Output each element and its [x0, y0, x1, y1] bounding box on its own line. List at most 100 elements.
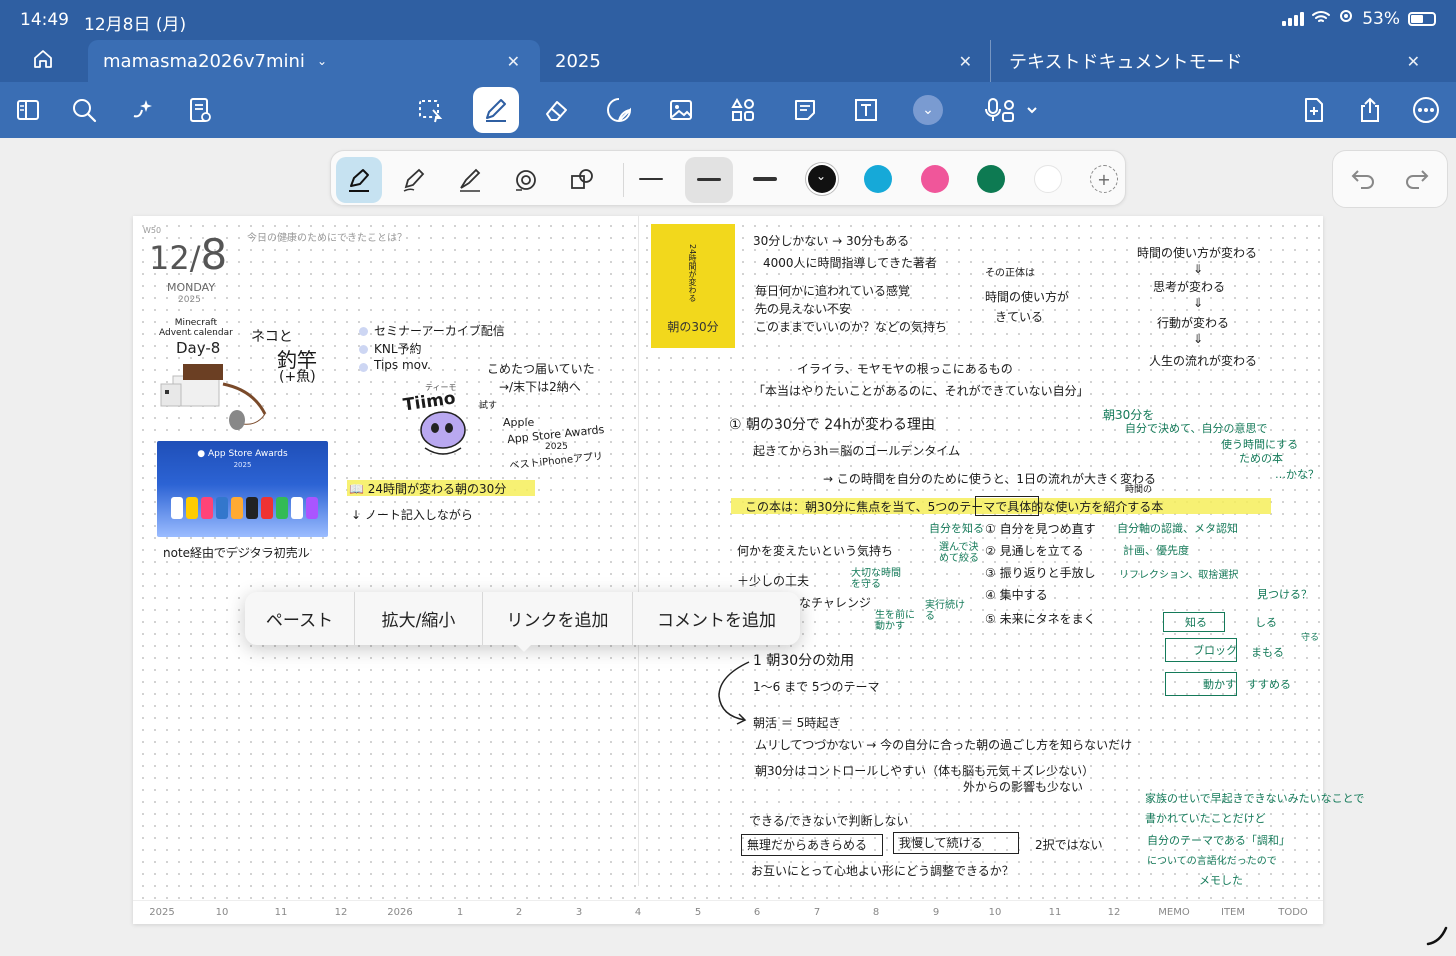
green-note: 自分のテーマである「調和」 [1147, 834, 1290, 847]
more-tools-button[interactable]: ⌄ [912, 94, 944, 126]
asa-title: ● App Store Awards [157, 449, 328, 459]
down-arrow-icon: ⇓ [1193, 262, 1204, 276]
date-year: 2025 [178, 295, 201, 305]
theme-item: ③ 振り返りと手放し [985, 566, 1096, 580]
lasso-select-icon[interactable] [414, 94, 446, 126]
note-line: 朝30分はコントロールしやすい（体も脳も元気＋ズレ少ない） [755, 764, 1095, 778]
stroke-thick[interactable] [753, 177, 777, 181]
footer-tab[interactable]: 1 [457, 907, 463, 918]
wifi-icon [1312, 9, 1331, 29]
date-weekday: MONDAY [167, 281, 216, 294]
color-white[interactable] [1034, 165, 1062, 193]
note-line: 毎日何かに追われている感覚 [755, 284, 911, 298]
notebook-page[interactable]: W50 12/8 MONDAY 2025 今日の健康のためにできたことは？ Mi… [133, 216, 1364, 924]
book-icon: 📖 [349, 482, 364, 496]
green-note: 大切な時間を守る [851, 568, 901, 590]
search-icon[interactable] [68, 94, 100, 126]
undo-icon[interactable] [1349, 165, 1377, 197]
close-icon[interactable]: ✕ [959, 52, 972, 71]
asa-year: 2025 [233, 461, 252, 469]
footer-tab[interactable]: 9 [933, 907, 939, 918]
green-note: 選んで決めて絞る [939, 542, 979, 564]
note-record-text: ノート記入しながら [364, 508, 473, 522]
note-line: イライラ、モヤモヤの根っこにあるもの [797, 362, 1013, 376]
note-line: 2択ではない [1035, 838, 1103, 852]
color-pink[interactable] [921, 165, 949, 193]
menu-zoom[interactable]: 拡大/縮小 [355, 592, 483, 645]
footer-tab[interactable]: 8 [873, 907, 879, 918]
footer-tab[interactable]: 3 [576, 907, 582, 918]
footer-tab[interactable]: 6 [754, 907, 760, 918]
voice-record-icon[interactable] [982, 94, 1042, 126]
add-color-icon[interactable]: + [1090, 165, 1118, 193]
color-green[interactable] [977, 165, 1005, 193]
sidebar-icon[interactable] [12, 94, 44, 126]
book-title: 朝の30分 [667, 320, 719, 334]
footer-tab[interactable]: 11 [275, 907, 288, 918]
home-icon[interactable] [32, 48, 56, 72]
fountain-pen-icon[interactable] [336, 157, 382, 203]
text-box-icon[interactable] [850, 94, 882, 126]
footer-tab[interactable]: 2026 [387, 907, 412, 918]
footer-tab[interactable]: 12 [1108, 907, 1121, 918]
tab-bar: mamasma2026v7mini ⌄ ✕ 2025 ✕ テキストドキュメントモ… [0, 40, 1456, 82]
footer-tab[interactable]: 11 [1049, 907, 1062, 918]
stroke-thin[interactable] [639, 178, 663, 180]
spiral-pen-icon[interactable] [503, 157, 549, 203]
stroke-medium[interactable] [697, 178, 721, 181]
footer-tab[interactable]: TODO [1278, 907, 1308, 918]
close-icon[interactable]: ✕ [1407, 52, 1420, 71]
note-line: 時間の使い方が [985, 290, 1070, 304]
footer-tab[interactable]: 12 [335, 907, 348, 918]
color-blue[interactable] [864, 165, 892, 193]
main-toolbar: ⌄ [0, 82, 1456, 138]
footer-tab[interactable]: 10 [216, 907, 229, 918]
color-black[interactable]: ⌄ [808, 165, 836, 193]
close-icon[interactable]: ✕ [507, 52, 520, 71]
todo-item: セミナーアーカイブ配信 [374, 324, 505, 338]
add-page-icon[interactable] [1298, 94, 1330, 126]
share-icon[interactable] [1354, 94, 1386, 126]
footer-tab[interactable]: ITEM [1221, 907, 1245, 918]
page-footer-tabs: 2025 10 11 12 2026 1 2 3 4 5 6 7 8 9 10 … [133, 900, 1323, 924]
footer-tab[interactable]: 2025 [149, 907, 174, 918]
footer-tab[interactable]: 4 [635, 907, 641, 918]
brush-pen-icon[interactable] [447, 157, 493, 203]
footer-tab[interactable]: 10 [989, 907, 1002, 918]
chevron-down-icon[interactable]: ⌄ [317, 54, 327, 68]
more-options-icon[interactable] [1410, 94, 1442, 126]
bullet-dot [359, 363, 368, 372]
footer-tab[interactable]: 2 [516, 907, 522, 918]
document-settings-icon[interactable] [184, 94, 216, 126]
green-note: 見つける？ [1257, 588, 1312, 601]
redo-icon[interactable] [1403, 165, 1431, 197]
sticker-icon[interactable] [603, 94, 635, 126]
tab-mamasma[interactable]: mamasma2026v7mini ⌄ ✕ [88, 40, 540, 82]
palette-divider [623, 163, 624, 197]
shapes-icon[interactable] [727, 94, 759, 126]
sticky-note-icon[interactable] [789, 94, 821, 126]
theme-item: ② 見通しを立てる [985, 544, 1084, 558]
green-note: ための本 [1239, 452, 1283, 465]
tab-text-document[interactable]: テキストドキュメントモード ✕ [990, 40, 1440, 82]
app-icons-row [171, 497, 318, 519]
pen-tool-icon[interactable] [473, 87, 519, 133]
green-note: 知る [1185, 616, 1207, 629]
shape-pen-icon[interactable] [559, 157, 605, 203]
chevron-down-icon: ⌄ [816, 169, 827, 183]
footer-tab[interactable]: 5 [695, 907, 701, 918]
image-icon[interactable] [665, 94, 697, 126]
footer-tab[interactable]: MEMO [1158, 907, 1189, 918]
note-line: ＋少しの工夫 [737, 574, 810, 588]
tab-2025[interactable]: 2025 ✕ [540, 40, 990, 82]
bullet-dot [359, 327, 368, 336]
menu-paste[interactable]: ペースト [245, 592, 355, 645]
ballpoint-pen-icon[interactable] [391, 157, 437, 203]
ai-sparkle-icon[interactable] [126, 94, 158, 126]
menu-add-comment[interactable]: コメントを追加 [633, 592, 800, 645]
menu-add-link[interactable]: リンクを追加 [483, 592, 633, 645]
eraser-icon[interactable] [541, 94, 573, 126]
tab-label: mamasma2026v7mini [103, 50, 305, 72]
green-note: 自分軸の認識、メタ認知 [1117, 522, 1238, 535]
footer-tab[interactable]: 7 [814, 907, 820, 918]
